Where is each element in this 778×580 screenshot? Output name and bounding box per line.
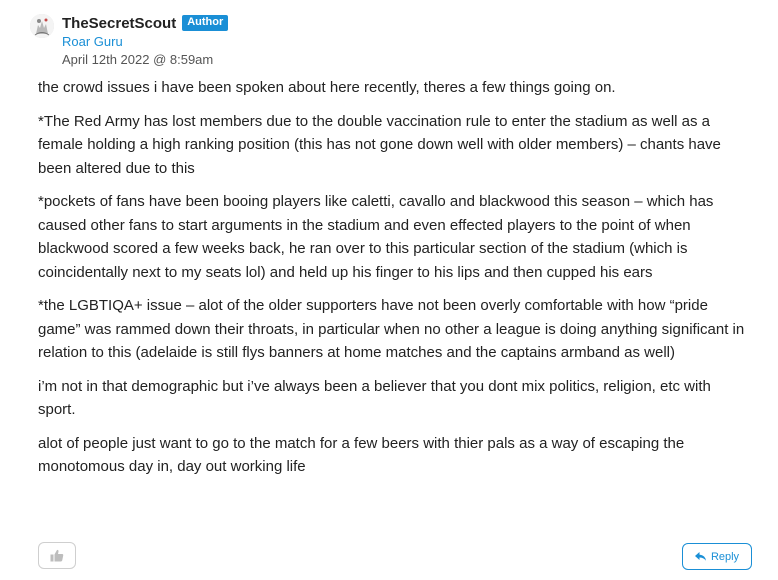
post-paragraph: *The Red Army has lost members due to th…	[38, 112, 721, 177]
post-date: April 12th 2022 @ 8:59am	[62, 52, 214, 67]
post-paragraph: *pockets of fans have been booing player…	[38, 193, 714, 281]
post-paragraph: the crowd issues i have been spoken abou…	[38, 79, 616, 96]
username[interactable]: TheSecretScout	[62, 15, 176, 32]
avatar-icon[interactable]	[30, 14, 54, 38]
name-row: TheSecretScout Author	[62, 13, 229, 33]
post-body: the crowd issues i have been spoken abou…	[38, 76, 748, 489]
author-badge: Author	[182, 15, 229, 31]
reply-arrow-icon	[694, 552, 706, 561]
post-header: TheSecretScout Author Roar Guru April 12…	[62, 13, 229, 68]
like-button[interactable]	[38, 542, 76, 569]
comment-card: TheSecretScout Author Roar Guru April 12…	[0, 0, 778, 580]
post-paragraph: alot of people just want to go to the ma…	[38, 434, 685, 476]
user-role: Roar Guru	[62, 34, 123, 49]
reply-label: Reply	[710, 550, 740, 563]
thumbs-up-icon	[50, 549, 64, 562]
post-paragraph: *the LGBTIQA+ issue – alot of the older …	[38, 297, 745, 361]
post-paragraph: i’m not in that demographic but i’ve alw…	[38, 377, 711, 419]
reply-button[interactable]: Reply	[682, 543, 752, 570]
